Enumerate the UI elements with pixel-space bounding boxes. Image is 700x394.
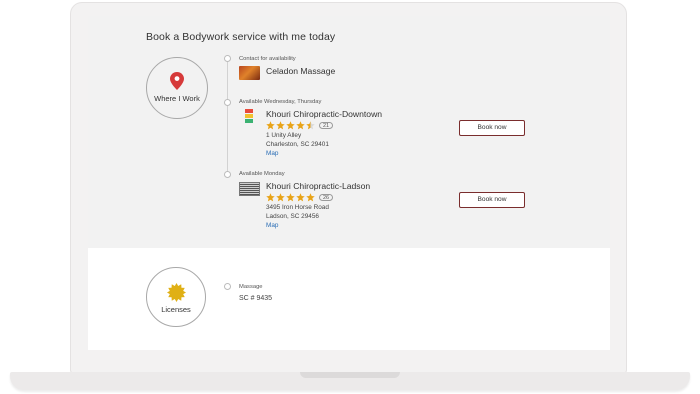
location-name: Celadon Massage bbox=[266, 66, 336, 76]
star-icon bbox=[286, 121, 295, 130]
khouri-downtown-logo bbox=[245, 109, 253, 125]
laptop-screen: Book a Bodywork service with me today Wh… bbox=[88, 16, 610, 350]
location-pin-icon bbox=[170, 72, 184, 90]
star-icon bbox=[296, 121, 305, 130]
half-star-icon bbox=[306, 121, 315, 130]
license-seal-icon bbox=[167, 283, 186, 302]
timeline-dot bbox=[224, 171, 231, 178]
star-icon bbox=[296, 193, 305, 202]
star-icon bbox=[266, 121, 275, 130]
availability-label: Contact for availability bbox=[239, 56, 296, 62]
review-count: 26 bbox=[319, 194, 334, 201]
timeline-line bbox=[227, 58, 228, 176]
celadon-massage-logo bbox=[239, 66, 260, 80]
review-count: 21 bbox=[319, 122, 334, 129]
where-i-work-label: Where I Work bbox=[154, 94, 200, 103]
licenses-label: Licenses bbox=[161, 305, 191, 314]
location-name: Khouri Chiropractic-Ladson bbox=[266, 181, 371, 191]
availability-label: Available Wednesday, Thursday bbox=[239, 99, 322, 105]
laptop-notch bbox=[300, 372, 400, 378]
address-line1: 1 Unity Alley bbox=[266, 132, 302, 139]
where-i-work-section: Book a Bodywork service with me today Wh… bbox=[88, 16, 610, 248]
where-i-work-badge: Where I Work bbox=[146, 57, 208, 119]
rating-stars: 26 bbox=[266, 193, 334, 202]
khouri-ladson-logo bbox=[239, 182, 260, 196]
star-icon bbox=[266, 193, 275, 202]
licenses-section: Licenses Massage SC # 9435 bbox=[88, 248, 610, 350]
address-line2: Ladson, SC 29456 bbox=[266, 213, 319, 220]
address-line1: 3495 Iron Horse Road bbox=[266, 204, 329, 211]
timeline-dot bbox=[224, 99, 231, 106]
licenses-badge: Licenses bbox=[146, 267, 206, 327]
map-link[interactable]: Map bbox=[266, 222, 278, 229]
availability-label: Available Monday bbox=[239, 171, 285, 177]
book-now-button[interactable]: Book now bbox=[459, 120, 525, 136]
book-now-button[interactable]: Book now bbox=[459, 192, 525, 208]
page-title: Book a Bodywork service with me today bbox=[146, 31, 336, 43]
star-icon bbox=[286, 193, 295, 202]
license-number: SC # 9435 bbox=[239, 295, 273, 302]
rating-stars: 21 bbox=[266, 121, 334, 130]
star-icon bbox=[306, 193, 315, 202]
timeline-dot bbox=[224, 283, 231, 290]
star-icon bbox=[276, 121, 285, 130]
location-name: Khouri Chiropractic-Downtown bbox=[266, 109, 383, 119]
license-type: Massage bbox=[239, 284, 263, 290]
map-link[interactable]: Map bbox=[266, 150, 278, 157]
address-line2: Charleston, SC 29401 bbox=[266, 141, 329, 148]
star-icon bbox=[276, 193, 285, 202]
timeline-dot bbox=[224, 55, 231, 62]
